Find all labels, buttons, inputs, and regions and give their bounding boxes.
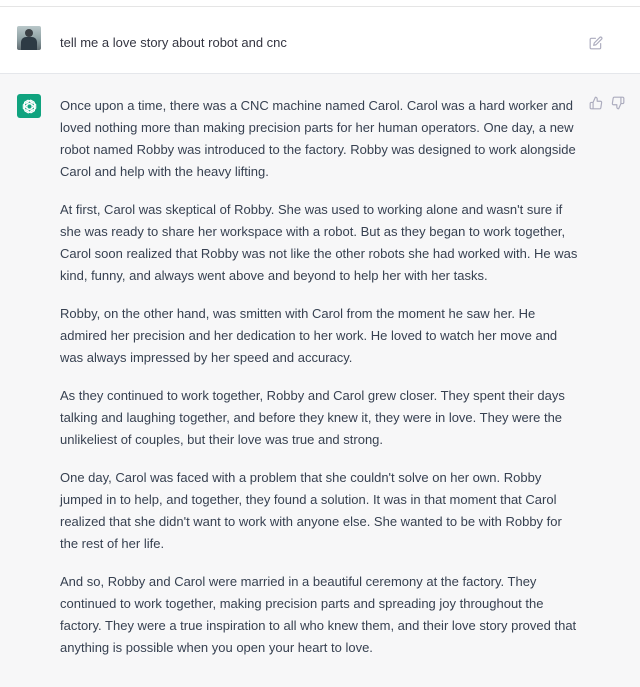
message-paragraph: And so, Robby and Carol were married in … [60, 574, 577, 655]
message-paragraph: One day, Carol was faced with a problem … [60, 470, 562, 551]
message-paragraph: Robby, on the other hand, was smitten wi… [60, 306, 558, 365]
top-divider [0, 0, 640, 7]
user-avatar [17, 26, 41, 50]
openai-logo-icon [17, 94, 41, 118]
assistant-message-row: Once upon a time, there was a CNC machin… [0, 74, 640, 687]
thumbs-up-icon[interactable] [589, 96, 603, 110]
assistant-message-text: Once upon a time, there was a CNC machin… [60, 95, 582, 675]
edit-icon[interactable] [589, 36, 603, 50]
message-paragraph: As they continued to work together, Robb… [60, 388, 565, 447]
user-message-text: tell me a love story about robot and cnc [60, 35, 287, 50]
user-message-row: tell me a love story about robot and cnc [0, 7, 640, 74]
thumbs-down-icon[interactable] [611, 96, 625, 110]
message-paragraph: At first, Carol was skeptical of Robby. … [60, 202, 578, 283]
message-paragraph: Once upon a time, there was a CNC machin… [60, 98, 576, 179]
chat-page: tell me a love story about robot and cnc [0, 0, 640, 687]
